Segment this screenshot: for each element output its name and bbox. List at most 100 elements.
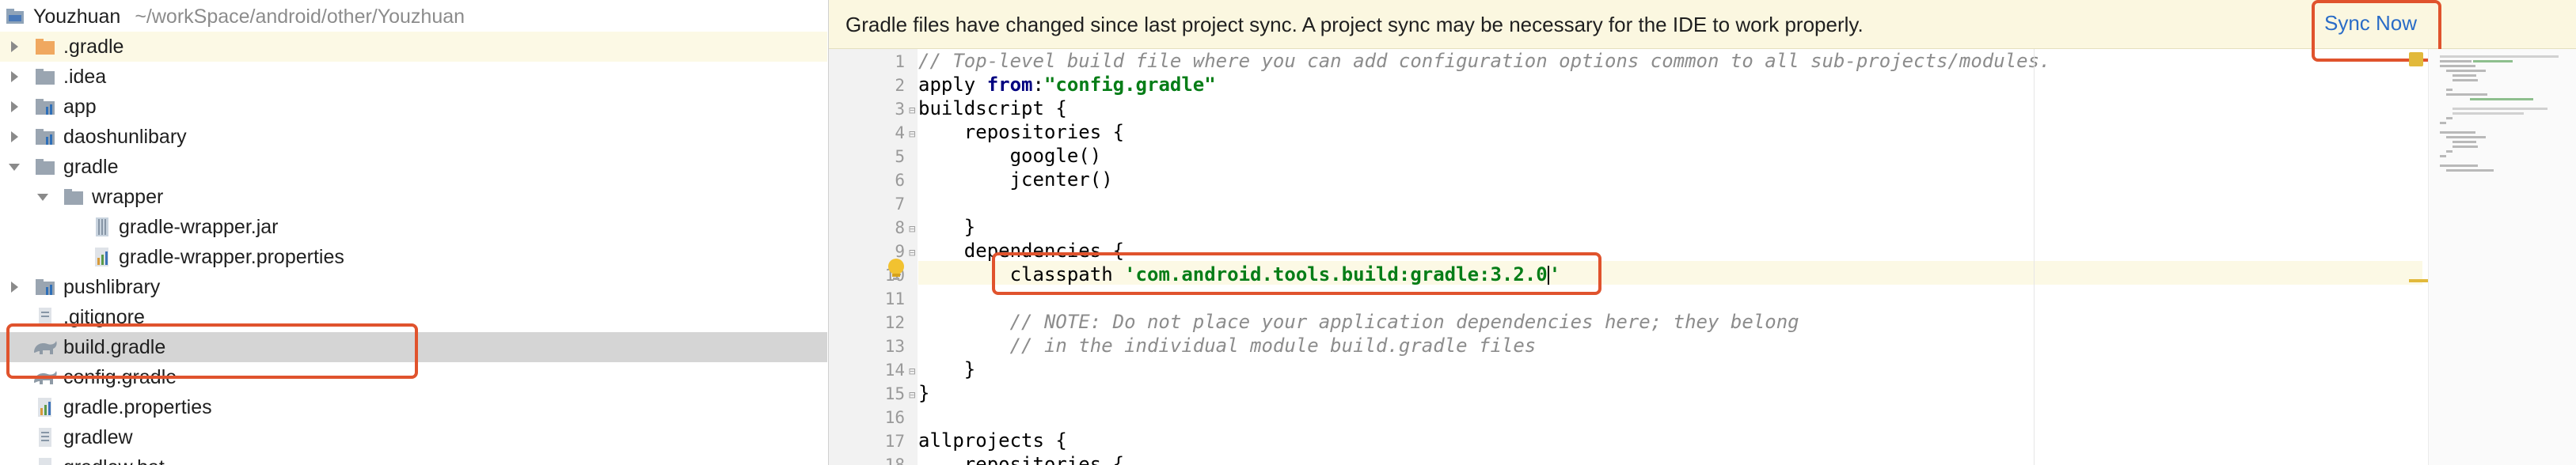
tree-item-label: gradle [63,155,119,178]
text-file-icon [39,458,51,465]
fold-marker-icon[interactable]: ⊟ [909,365,915,378]
line-number: 14 [884,361,905,380]
tree-item-idea[interactable]: .idea [0,62,827,92]
tree-item-wrapper[interactable]: wrapper [0,182,827,212]
code-line[interactable]: allprojects { [918,429,1067,452]
code-line[interactable]: apply from:"config.gradle" [918,73,1216,96]
highlight-box-classpath [992,252,1601,295]
code-line[interactable]: } [918,381,929,405]
fold-marker-icon[interactable]: ⊟ [909,104,915,117]
tree-item-label: gradlew [63,425,133,448]
line-number: 7 [895,195,905,214]
tree-item-gradle-properties[interactable]: gradle.properties [0,392,827,422]
code-token: } [918,216,976,238]
highlight-box-build-gradle [6,323,418,379]
line-number: 6 [895,171,905,190]
line-number: 12 [884,313,905,332]
code-line[interactable]: repositories { [918,452,1124,465]
tree-item-gradle-wrapper-properties[interactable]: gradle-wrapper.properties [0,242,827,272]
properties-file-icon [95,248,108,267]
code-minimap[interactable] [2428,49,2576,465]
text-file-icon [39,428,51,447]
line-number: 16 [884,408,905,427]
warning-marker[interactable] [2409,279,2430,282]
code-token: "config.gradle" [1043,74,1216,96]
line-number: 5 [895,147,905,166]
fold-marker-icon[interactable]: ⊟ [909,389,915,402]
line-number: 13 [884,337,905,356]
code-line[interactable]: // in the individual module build.gradle… [918,334,1537,357]
project-name: Youzhuan [33,5,121,28]
chevron-right-icon[interactable] [7,280,21,294]
tree-item-label: gradle-wrapper.properties [119,245,344,268]
code-token: // in the individual module build.gradle… [918,335,1537,357]
code-line[interactable]: repositories { [918,120,1124,144]
tree-item-gradle-cache[interactable]: .gradle [0,32,827,62]
code-line[interactable]: // Top-level build file where you can ad… [918,49,2050,73]
tree-item-label: gradle.properties [63,395,212,418]
code-token: repositories { [918,121,1125,143]
code-line[interactable]: google() [918,144,1102,168]
line-number: 15 [884,384,905,403]
tree-item-label: .gradle [63,35,124,58]
tree-item-label: .idea [63,65,107,88]
chevron-right-icon[interactable] [7,130,21,144]
folder-icon [36,159,55,175]
tree-item-app[interactable]: app [0,92,827,122]
lightbulb-icon[interactable] [884,257,908,284]
properties-file-icon [38,398,51,417]
tree-item-gradlew-bat[interactable]: gradlew.bat [0,452,827,465]
line-number: 11 [884,289,905,308]
folder-icon [64,189,83,205]
right-margin-guide [2034,49,2035,465]
code-line[interactable]: buildscript { [918,96,1067,120]
tree-root[interactable]: Youzhuan ~/workSpace/android/other/Youzhu… [0,2,827,32]
warning-indicator-icon[interactable] [2409,52,2423,66]
project-path: ~/workSpace/android/other/Youzhuan [135,5,465,28]
tree-item-label: app [63,95,97,118]
tree-item-label: daoshunlibary [63,125,187,148]
jar-file-icon [96,217,108,236]
tree-item-label: gradlew.bat [63,456,165,465]
chevron-down-icon[interactable] [7,160,21,174]
tree-item-pushlibrary[interactable]: pushlibrary [0,272,827,302]
chevron-down-icon[interactable] [36,190,50,204]
chevron-right-icon[interactable] [7,40,21,54]
code-line[interactable]: jcenter() [918,168,1113,191]
fold-marker-icon[interactable]: ⊟ [909,128,915,141]
tree-item-daoshunlibary[interactable]: daoshunlibary [0,122,827,152]
line-number: 18 [884,456,905,465]
sync-notification-banner: Gradle files have changed since last pro… [829,0,2576,62]
code-token: allprojects { [918,429,1067,452]
module-folder-icon [36,279,55,295]
code-token: // NOTE: Do not place your application d… [918,311,1799,333]
code-line[interactable]: // NOTE: Do not place your application d… [918,310,1799,334]
code-line[interactable]: } [918,215,975,239]
tree-item-gradle[interactable]: gradle [0,152,827,182]
line-number: 3 [895,100,905,119]
code-token: apply [918,74,987,96]
tree-item-gradle-wrapper-jar[interactable]: gradle-wrapper.jar [0,212,827,242]
code-token: repositories { [918,453,1125,465]
module-folder-icon [36,129,55,145]
tree-item-gradlew[interactable]: gradlew [0,422,827,452]
project-module-icon [6,9,24,24]
tree-item-label: wrapper [92,185,164,208]
fold-marker-icon[interactable]: ⊟ [909,223,915,236]
code-token: buildscript { [918,97,1067,119]
chevron-right-icon[interactable] [7,100,21,114]
tree-item-label: gradle-wrapper.jar [119,215,279,238]
line-number: 2 [895,76,905,95]
code-token: } [918,382,930,404]
tree-root-label: Youzhuan ~/workSpace/android/other/Youzhu… [33,6,465,28]
line-number: 17 [884,432,905,451]
code-token: : [1032,74,1044,96]
line-number: 1 [895,52,905,71]
folder-icon [36,69,55,85]
chevron-right-icon[interactable] [7,70,21,84]
code-line[interactable]: } [918,357,975,381]
code-editor[interactable]: Gradle files have changed since last pro… [828,0,2576,465]
fold-marker-icon[interactable]: ⊟ [909,247,915,259]
tree-item-label: pushlibrary [63,275,161,298]
code-token: jcenter() [918,168,1113,191]
